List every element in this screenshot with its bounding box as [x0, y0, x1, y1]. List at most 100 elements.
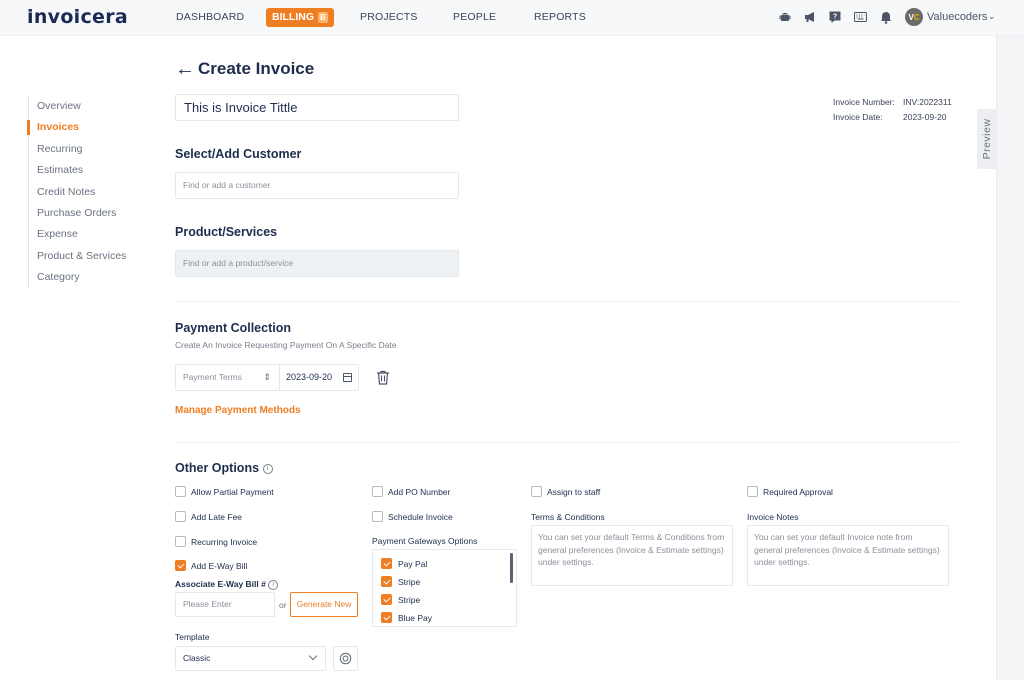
preview-tab[interactable]: Preview [977, 109, 997, 169]
checkbox-label: Add E-Way Bill [191, 560, 248, 571]
info-icon[interactable]: i [268, 579, 279, 590]
invoice-date-value: 2023-09-20 [903, 111, 947, 122]
assign-to-staff-checkbox[interactable]: Assign to staff [531, 486, 600, 497]
checkbox-box[interactable] [175, 511, 186, 522]
calendar-icon[interactable] [343, 373, 352, 382]
sidebar-item-category[interactable]: Category [29, 267, 168, 288]
gateway-label: Stripe [398, 594, 421, 605]
payment-gateways-label: Payment Gateways Options [372, 536, 478, 546]
preview-template-button[interactable] [333, 646, 358, 671]
user-avatar[interactable]: VC [905, 8, 923, 26]
checkbox-box[interactable] [175, 486, 186, 497]
checkbox-label: Assign to staff [547, 486, 601, 497]
checkbox-box-checked[interactable] [381, 594, 392, 605]
info-icon[interactable]: i [262, 463, 273, 474]
checkbox-label: Add Late Fee [191, 511, 243, 522]
nav-billing-label: BILLING [272, 11, 314, 23]
bell-icon[interactable] [879, 10, 893, 24]
page-title: Create Invoice [198, 59, 315, 78]
sidebar-item-recurring[interactable]: Recurring [29, 139, 168, 160]
gateway-item-stripe[interactable]: Stripe [381, 576, 420, 587]
checkbox-box-checked[interactable] [175, 560, 186, 571]
generate-new-button[interactable]: Generate New [290, 592, 358, 617]
sidebar-item-product-services[interactable]: Product & Services [29, 246, 168, 267]
trash-icon[interactable] [376, 370, 390, 385]
invoice-number-value: INV:2022311 [903, 97, 952, 107]
invoicera-logo[interactable]: invoicera [27, 6, 128, 28]
schedule-invoice-checkbox[interactable]: Schedule Invoice [372, 511, 453, 522]
eye-icon [339, 652, 352, 665]
sidebar-item-expense[interactable]: Expense [29, 224, 168, 245]
product-search-input[interactable]: Find or add a product/service [175, 250, 459, 277]
add-po-number-checkbox[interactable]: Add PO Number [372, 486, 450, 497]
svg-text:?: ? [833, 14, 837, 21]
section-divider [175, 301, 958, 302]
payment-terms-group: Payment Terms ⇕ 2023-09-20 [175, 364, 359, 391]
invoice-notes-textarea[interactable]: You can set your default Invoice note fr… [747, 525, 949, 586]
chevron-down-icon[interactable]: ⌄ [988, 11, 996, 22]
checkbox-label: Schedule Invoice [388, 511, 453, 522]
other-options-label: Other Options [175, 461, 260, 475]
avatar-initial-c: C [913, 12, 920, 22]
android-icon[interactable] [778, 10, 792, 24]
customer-search-input[interactable]: Find or add a customer [175, 172, 459, 199]
back-arrow-icon[interactable]: ← [175, 58, 195, 80]
checkbox-label: Allow Partial Payment [191, 486, 274, 497]
invoice-meta: Invoice Number: INV:2022311 Invoice Date:… [833, 95, 952, 124]
recurring-invoice-checkbox[interactable]: Recurring Invoice [175, 536, 257, 547]
user-name[interactable]: Valuecoders [927, 11, 987, 23]
checkbox-box-checked[interactable] [381, 558, 392, 569]
nav-dashboard[interactable]: DASHBOARD [176, 11, 244, 23]
checkbox-box-checked[interactable] [381, 612, 392, 623]
gateway-item-stripe[interactable]: Stripe [381, 594, 420, 605]
billing-sidebar: Overview Invoices Recurring Estimates Cr… [27, 96, 168, 289]
terms-conditions-label: Terms & Conditions [531, 512, 605, 522]
add-late-fee-checkbox[interactable]: Add Late Fee [175, 511, 242, 522]
keyboard-icon[interactable] [853, 10, 867, 24]
checkbox-box-checked[interactable] [381, 576, 392, 587]
required-approval-checkbox[interactable]: Required Approval [747, 486, 833, 497]
checkbox-box[interactable] [175, 536, 186, 547]
gateway-item-bluepay[interactable]: Blue Pay [381, 612, 432, 623]
or-text: or [279, 600, 287, 610]
payment-gateways-list[interactable]: Pay Pal Stripe Stripe Blue Pay [372, 549, 517, 627]
gateway-item-paypal[interactable]: Pay Pal [381, 558, 427, 569]
template-label: Template [175, 632, 210, 642]
add-eway-bill-checkbox[interactable]: Add E-Way Bill [175, 560, 247, 571]
gateway-label: Blue Pay [398, 612, 433, 623]
invoice-notes-label: Invoice Notes [747, 512, 799, 522]
payment-terms-select[interactable]: Payment Terms ⇕ [176, 365, 280, 390]
terms-conditions-textarea[interactable]: You can set your default Terms & Conditi… [531, 525, 733, 586]
checkbox-box[interactable] [747, 486, 758, 497]
payment-subtitle: Create An Invoice Requesting Payment On … [175, 340, 397, 350]
nav-reports[interactable]: REPORTS [534, 11, 586, 23]
gateways-scrollbar[interactable] [510, 553, 513, 583]
sidebar-item-purchase-orders[interactable]: Purchase Orders [29, 203, 168, 224]
help-icon[interactable]: ? [828, 10, 842, 24]
megaphone-icon[interactable] [803, 10, 817, 24]
checkbox-label: Add PO Number [388, 486, 451, 497]
nav-billing[interactable]: BILLING B [266, 8, 334, 27]
checkbox-label: Recurring Invoice [191, 536, 258, 547]
payment-date-input[interactable]: 2023-09-20 [280, 365, 358, 390]
sidebar-item-credit-notes[interactable]: Credit Notes [29, 182, 168, 203]
checkbox-box[interactable] [531, 486, 542, 497]
manage-payment-methods-link[interactable]: Manage Payment Methods [175, 405, 301, 416]
checkbox-box[interactable] [372, 486, 383, 497]
preview-panel [996, 36, 1024, 680]
sidebar-item-invoices[interactable]: Invoices [27, 117, 168, 138]
gateway-label: Stripe [398, 576, 421, 587]
sidebar-item-overview[interactable]: Overview [29, 96, 168, 117]
invoice-title-input[interactable]: This is Invoice Tittle [175, 94, 459, 121]
sidebar-item-estimates[interactable]: Estimates [29, 160, 168, 181]
eway-bill-input[interactable]: Please Enter [175, 592, 275, 617]
allow-partial-payment-checkbox[interactable]: Allow Partial Payment [175, 486, 274, 497]
nav-projects[interactable]: PROJECTS [360, 11, 418, 23]
gateway-label: Pay Pal [398, 558, 428, 569]
checkbox-box[interactable] [372, 511, 383, 522]
customer-heading: Select/Add Customer [175, 147, 302, 161]
template-select[interactable]: Classic [175, 646, 326, 671]
products-heading: Product/Services [175, 225, 278, 239]
nav-billing-badge: B [318, 12, 328, 23]
nav-people[interactable]: PEOPLE [453, 11, 496, 23]
